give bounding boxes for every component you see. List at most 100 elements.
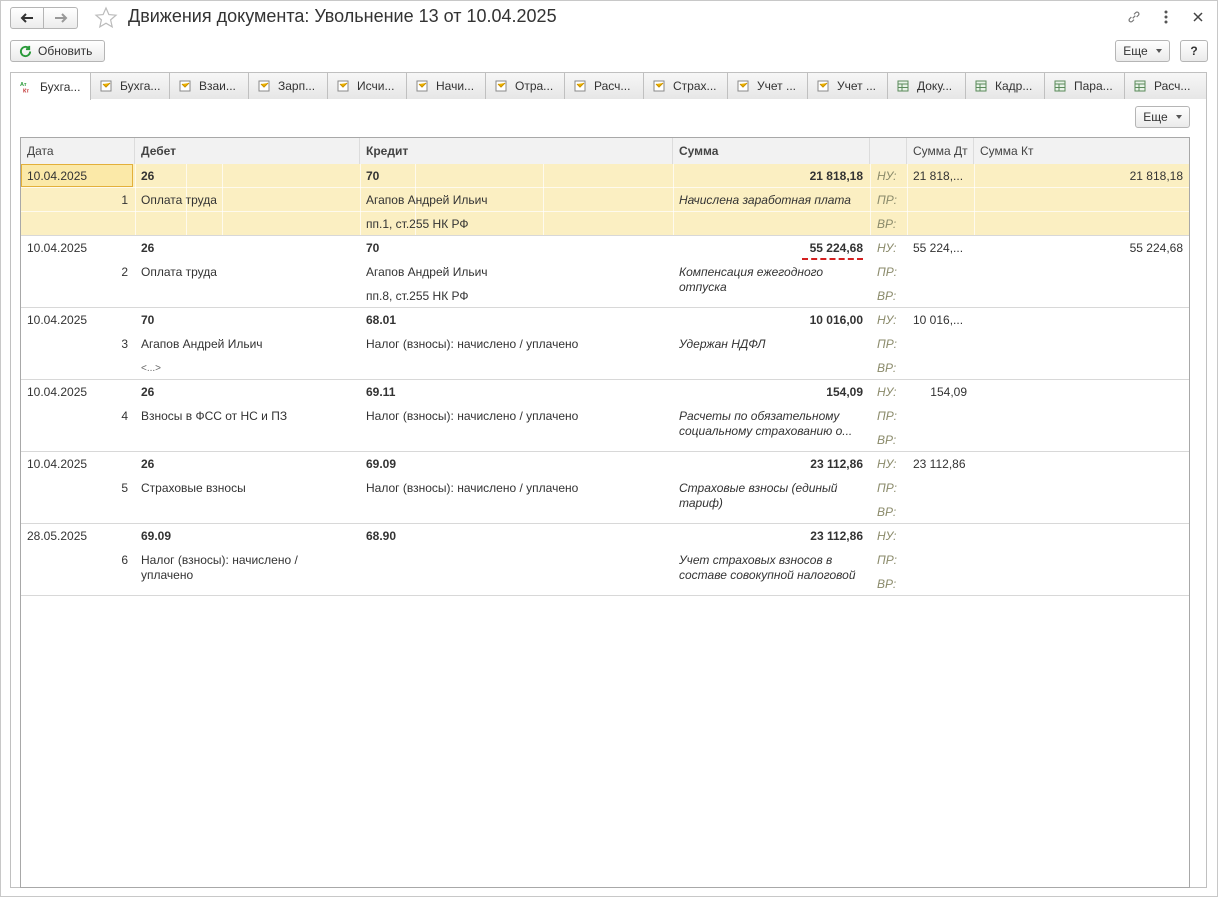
register-icon: [100, 80, 112, 92]
dt-kt-icon: АтКт: [20, 82, 29, 93]
window-controls: [1127, 9, 1205, 25]
nu-label: НУ:: [877, 169, 897, 183]
tab-12[interactable]: Кадр...: [965, 72, 1045, 99]
entry-content: Начислена заработная плата: [679, 193, 851, 207]
column-sum-dt[interactable]: Сумма Дт: [907, 138, 974, 164]
table-icon: [897, 80, 909, 92]
entry-content: Удержан НДФЛ: [679, 337, 766, 351]
credit-subconto-1: Агапов Андрей Ильич: [366, 193, 488, 207]
column-debit[interactable]: Дебет: [135, 138, 360, 164]
tab-0[interactable]: Ат Кт Бухга...: [10, 72, 91, 100]
sum-kt-value: 21 818,18: [1129, 169, 1183, 183]
column-tax-labels: [870, 138, 907, 164]
column-credit[interactable]: Кредит: [360, 138, 673, 164]
column-date[interactable]: Дата: [21, 138, 135, 164]
table-row[interactable]: 10.04.2025 1 26 Оплата труда 70 Агапов А…: [21, 164, 1189, 236]
row-number: 4: [121, 409, 128, 423]
tab-4[interactable]: Исчи...: [327, 72, 407, 99]
column-sum[interactable]: Сумма: [673, 138, 870, 164]
close-icon[interactable]: [1191, 9, 1205, 25]
tab-label: Доку...: [917, 79, 953, 93]
table-row[interactable]: 10.04.2025 3 70 Агапов Андрей Ильич <...…: [21, 308, 1189, 380]
help-button[interactable]: ?: [1180, 40, 1208, 62]
pr-label: ПР:: [877, 409, 897, 423]
tab-10[interactable]: Учет ...: [807, 72, 888, 99]
tab-13[interactable]: Пара...: [1044, 72, 1125, 99]
table-more-button[interactable]: Еще: [1135, 106, 1190, 128]
debit-account: 26: [141, 457, 155, 471]
debit-subconto-2: <...>: [141, 363, 162, 374]
tab-1[interactable]: Бухга...: [90, 72, 170, 99]
table-icon: [1134, 80, 1146, 92]
vr-label: ВР:: [877, 577, 897, 591]
favorite-star-icon[interactable]: [94, 6, 118, 33]
credit-subconto-1: Налог (взносы): начислено / уплачено: [366, 337, 579, 351]
credit-subconto-1: Агапов Андрей Ильич: [366, 265, 488, 279]
table-row[interactable]: 28.05.2025 6 69.09 Налог (взносы): начис…: [21, 524, 1189, 596]
column-sum-kt[interactable]: Сумма Кт: [974, 138, 1189, 164]
pr-label: ПР:: [877, 481, 897, 495]
more-vertical-icon[interactable]: [1159, 9, 1173, 25]
table-row[interactable]: 10.04.2025 2 26 Оплата труда 70 Агапов А…: [21, 236, 1189, 308]
back-button[interactable]: [10, 7, 44, 29]
tab-2[interactable]: Взаи...: [169, 72, 249, 99]
register-icon: [737, 80, 749, 92]
tab-label: Бухга...: [40, 79, 81, 94]
table-row[interactable]: 10.04.2025 4 26 Взносы в ФСС от НС и ПЗ …: [21, 380, 1189, 452]
tab-8[interactable]: Страх...: [643, 72, 728, 99]
credit-account: 69.11: [366, 385, 396, 399]
tab-label: Расч...: [594, 79, 631, 93]
register-icon: [416, 80, 428, 92]
more-button-label: Еще: [1123, 44, 1148, 58]
debit-account: 26: [141, 241, 155, 255]
debit-subconto-1: Взносы в ФСС от НС и ПЗ: [141, 409, 288, 423]
tab-label: Исчи...: [357, 79, 395, 93]
refresh-button[interactable]: Обновить: [10, 40, 105, 62]
tab-7[interactable]: Расч...: [564, 72, 644, 99]
forward-button[interactable]: [44, 7, 78, 29]
chevron-down-icon: [1155, 49, 1162, 53]
tab-label: Учет ...: [837, 79, 876, 93]
help-button-label: ?: [1190, 44, 1198, 58]
row-number: 2: [121, 265, 128, 279]
tab-14[interactable]: Расч...: [1124, 72, 1207, 99]
table-row[interactable]: 10.04.2025 5 26 Страховые взносы 69.09 Н…: [21, 452, 1189, 524]
credit-subconto-2: пп.8, ст.255 НК РФ: [366, 289, 469, 303]
register-icon: [179, 80, 191, 92]
more-button[interactable]: Еще: [1115, 40, 1170, 62]
tab-label: Расч...: [1154, 79, 1191, 93]
movements-table[interactable]: Дата Дебет Кредит Сумма Сумма Дт Сумма К…: [20, 137, 1190, 888]
vr-label: ВР:: [877, 505, 897, 519]
debit-subconto-1: Страховые взносы: [141, 481, 246, 495]
sum-dt-value: 55 224,...: [913, 241, 964, 255]
debit-account: 26: [141, 169, 155, 183]
tab-6[interactable]: Отра...: [485, 72, 565, 99]
nu-label: НУ:: [877, 241, 897, 255]
tab-3[interactable]: Зарп...: [248, 72, 328, 99]
table-more-label: Еще: [1143, 110, 1168, 124]
debit-subconto-1: Оплата труда: [141, 265, 217, 279]
tab-label: Кадр...: [995, 79, 1033, 93]
refresh-button-label: Обновить: [38, 44, 93, 58]
sum-value: 21 818,18: [809, 169, 863, 183]
register-icon: [817, 80, 829, 92]
tab-9[interactable]: Учет ...: [727, 72, 808, 99]
window-title: Движения документа: Увольнение 13 от 10.…: [128, 6, 557, 26]
credit-subconto-1: Налог (взносы): начислено / уплачено: [366, 481, 579, 495]
row-date: 10.04.2025: [27, 385, 88, 399]
vr-label: ВР:: [877, 361, 897, 375]
pr-label: ПР:: [877, 265, 897, 279]
entry-content: Страховые взносы (единый тариф): [679, 481, 838, 510]
tab-5[interactable]: Начи...: [406, 72, 486, 99]
credit-subconto-2: пп.1, ст.255 НК РФ: [366, 217, 469, 231]
sum-kt-value: 55 224,68: [1129, 241, 1183, 255]
link-icon[interactable]: [1127, 9, 1141, 25]
tab-11[interactable]: Доку...: [887, 72, 966, 99]
tab-label: Отра...: [515, 79, 554, 93]
register-icon: [653, 80, 665, 92]
credit-subconto-1: Налог (взносы): начислено / уплачено: [366, 409, 579, 423]
sum-dt-value: 10 016,...: [913, 313, 964, 327]
sum-value: 23 112,86: [810, 457, 863, 471]
nu-label: НУ:: [877, 313, 897, 327]
arrow-right-icon: [54, 13, 67, 23]
